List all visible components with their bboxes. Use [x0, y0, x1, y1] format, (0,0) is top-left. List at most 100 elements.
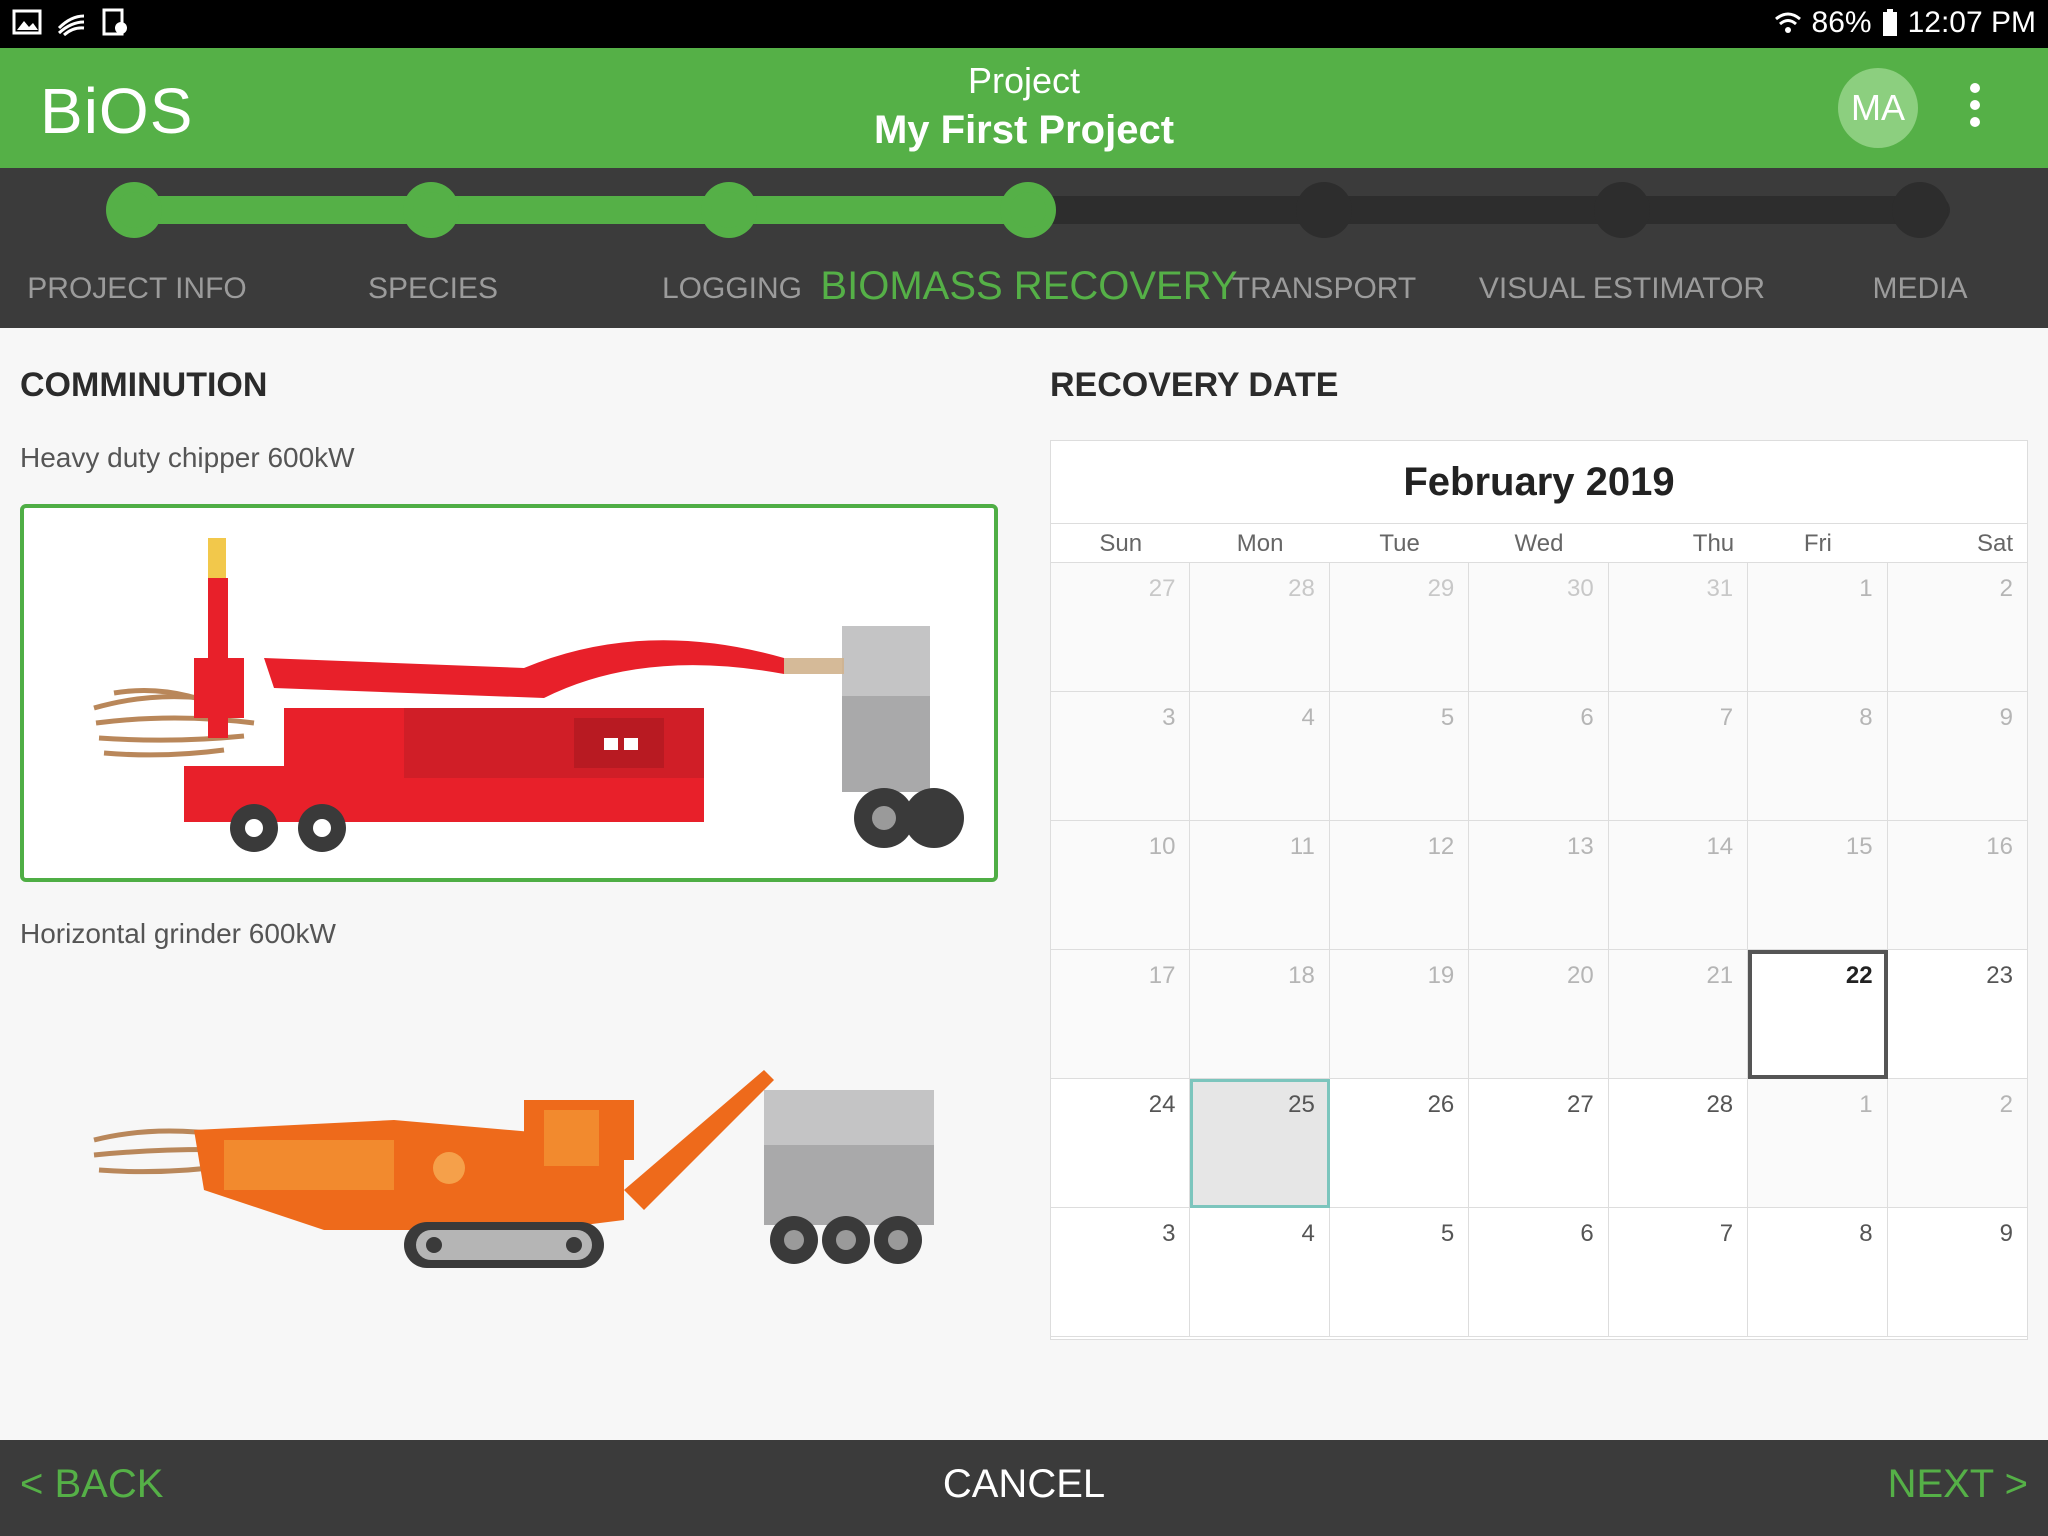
calendar-day-number: 5: [1440, 1220, 1455, 1247]
calendar-day[interactable]: 27: [1469, 1079, 1609, 1208]
calendar-day-number: 25: [1288, 1091, 1315, 1118]
calendar-day[interactable]: 15: [1748, 821, 1888, 950]
calendar-day[interactable]: 21: [1608, 950, 1749, 1079]
chipper-illustration: [93, 538, 964, 852]
calendar-day[interactable]: 5: [1329, 692, 1470, 821]
calendar-day-number: 15: [1845, 833, 1873, 860]
calendar-day[interactable]: 8: [1748, 1208, 1888, 1337]
calendar-day[interactable]: 25: [1190, 1079, 1330, 1208]
step-dot-logging[interactable]: [701, 182, 757, 238]
calendar-weekdays: Sun Mon Tue Wed Thu Fri Sat: [1051, 523, 2027, 563]
stepper-track-progress: [134, 196, 1030, 224]
calendar-day[interactable]: 18: [1190, 950, 1330, 1079]
calendar-day[interactable]: 3: [1051, 692, 1191, 821]
calendar-day[interactable]: 4: [1190, 692, 1330, 821]
calendar-day[interactable]: 22: [1748, 950, 1888, 1079]
calendar-day-number: 17: [1148, 962, 1176, 989]
step-project-info[interactable]: PROJECT INFO: [27, 272, 246, 306]
calendar-day[interactable]: 5: [1329, 1208, 1470, 1337]
calendar-day[interactable]: 31: [1608, 563, 1749, 692]
calendar-day[interactable]: 26: [1329, 1079, 1470, 1208]
grinder-option-card[interactable]: [20, 986, 998, 1364]
calendar-day[interactable]: 6: [1469, 1208, 1609, 1337]
calendar-day[interactable]: 3: [1051, 1208, 1191, 1337]
calendar-day-number: 26: [1427, 1091, 1455, 1118]
calendar-day[interactable]: 28: [1608, 1079, 1749, 1208]
calendar-day[interactable]: 14: [1608, 821, 1749, 950]
project-label: Project: [967, 60, 1081, 101]
status-bar: 86% 12:07 PM: [0, 0, 2048, 48]
calendar-day[interactable]: 13: [1469, 821, 1609, 950]
gallery-icon: [12, 9, 42, 35]
calendar-day[interactable]: 24: [1051, 1079, 1191, 1208]
calendar-day[interactable]: 30: [1469, 563, 1609, 692]
calendar-day[interactable]: 12: [1329, 821, 1470, 950]
calendar-day-number: 22: [1845, 962, 1873, 989]
step-dot-project-info[interactable]: [106, 182, 162, 238]
calendar-day[interactable]: 9: [1887, 1208, 2027, 1337]
calendar-day[interactable]: 23: [1887, 950, 2027, 1079]
step-biomass-recovery[interactable]: BIOMASS RECOVERY: [820, 264, 1237, 309]
calendar-day-number: 10: [1148, 833, 1176, 860]
calendar-day[interactable]: 10: [1051, 821, 1191, 950]
calendar-day[interactable]: 2: [1887, 563, 2027, 692]
calendar-day-number: 7: [1719, 1220, 1734, 1247]
weekday-label: Fri: [1803, 530, 1832, 557]
comminution-title: COMMINUTION: [20, 366, 268, 404]
calendar-day-number: 3: [1162, 1220, 1176, 1247]
calendar-day[interactable]: 4: [1190, 1208, 1330, 1337]
calendar-day[interactable]: 20: [1469, 950, 1609, 1079]
step-dot-transport[interactable]: [1296, 182, 1352, 238]
step-dot-biomass-recovery[interactable]: [1000, 182, 1056, 238]
calendar-day-number: 1: [1859, 1091, 1873, 1118]
calendar-day[interactable]: 6: [1469, 692, 1609, 821]
grinder-illustration: [93, 1070, 934, 1268]
cancel-button[interactable]: CANCEL: [943, 1462, 1105, 1506]
calendar-day[interactable]: 28: [1190, 563, 1330, 692]
weekday-label: Mon: [1236, 530, 1284, 557]
step-visual-estimator[interactable]: VISUAL ESTIMATOR: [1479, 272, 1765, 306]
calendar-day-number: 1: [1859, 575, 1873, 602]
calendar-day-number: 30: [1567, 575, 1594, 602]
calendar-day[interactable]: 1: [1748, 563, 1888, 692]
step-logging[interactable]: LOGGING: [662, 272, 802, 306]
step-species[interactable]: SPECIES: [368, 272, 498, 306]
calendar-day[interactable]: 8: [1748, 692, 1888, 821]
calendar-day[interactable]: 7: [1608, 692, 1749, 821]
battery-percent: 86%: [1811, 6, 1872, 39]
calendar-day-number: 18: [1288, 962, 1315, 989]
step-transport[interactable]: TRANSPORT: [1232, 272, 1416, 306]
project-header: Project My First Project: [0, 60, 2048, 153]
calendar-day[interactable]: 1: [1748, 1079, 1888, 1208]
chipper-option-card[interactable]: [20, 504, 998, 882]
calendar-day-number: 21: [1706, 962, 1734, 989]
calendar-day-number: 14: [1706, 833, 1734, 860]
wifi-icon: [1774, 12, 1801, 33]
calendar-day-number: 6: [1580, 1220, 1594, 1247]
step-dot-media[interactable]: [1892, 182, 1948, 238]
calendar-day-number: 12: [1427, 833, 1455, 860]
step-dot-species[interactable]: [403, 182, 459, 238]
back-button[interactable]: < BACK: [20, 1462, 163, 1507]
calendar-day[interactable]: 11: [1190, 821, 1330, 950]
calendar-day-number: 11: [1289, 833, 1315, 860]
weekday-label: Wed: [1514, 530, 1564, 557]
progress-stepper: PROJECT INFO SPECIES LOGGING BIOMASS REC…: [0, 168, 2048, 328]
more-options-icon[interactable]: [1960, 78, 1990, 138]
calendar-day[interactable]: 27: [1051, 563, 1191, 692]
calendar-day[interactable]: 29: [1329, 563, 1470, 692]
calendar-day-number: 4: [1301, 704, 1315, 731]
next-button[interactable]: NEXT >: [1888, 1462, 2028, 1507]
calendar-day[interactable]: 7: [1608, 1208, 1749, 1337]
step-dot-visual-estimator[interactable]: [1594, 182, 1650, 238]
calendar-day-number: 6: [1580, 704, 1594, 731]
calendar-day[interactable]: 17: [1051, 950, 1191, 1079]
app-bar: BiOS Project My First Project MA: [0, 48, 2048, 168]
user-avatar[interactable]: MA: [1838, 68, 1918, 148]
calendar-day[interactable]: 9: [1887, 692, 2027, 821]
calendar-day[interactable]: 16: [1887, 821, 2027, 950]
calendar-day[interactable]: 2: [1887, 1079, 2027, 1208]
calendar-day-number: 4: [1301, 1220, 1315, 1247]
step-media[interactable]: MEDIA: [1872, 272, 1967, 306]
calendar-day[interactable]: 19: [1329, 950, 1470, 1079]
